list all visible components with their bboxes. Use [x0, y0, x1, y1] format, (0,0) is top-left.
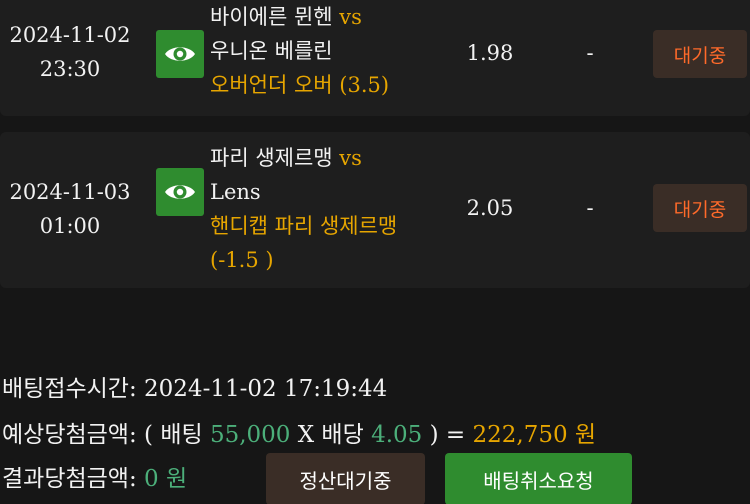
result-amount: 0: [144, 466, 159, 492]
match-info: 파리 생제르맹 vs Lens 핸디캡 파리 생제르맹 (-1.5 ): [210, 141, 460, 277]
expected-win-row: 예상당첨금액: ( 배팅 55,000 X 배당 4.05 ) = 222,75…: [2, 415, 596, 449]
bet-card: 2024-11-03 01:00 파리 생제르맹 vs Lens 핸디캡 파리 …: [0, 132, 750, 288]
bet-result: -: [586, 41, 594, 65]
eye-icon[interactable]: [156, 168, 204, 216]
bet-time-value: 2024-11-02 17:19:44: [144, 376, 388, 402]
result-win-row: 결과당첨금액: 0 원: [2, 459, 187, 493]
times-label: X 배당: [297, 422, 364, 448]
bet-time: 01:00: [39, 214, 101, 238]
away-team: Lens: [210, 180, 261, 204]
eye-icon[interactable]: [156, 30, 204, 78]
cancel-bet-button[interactable]: 배팅취소요청: [445, 453, 632, 504]
bet-time-label: 배팅접수시간:: [2, 376, 137, 402]
open-paren: ( 배팅: [144, 422, 203, 448]
status-badge: 대기중: [653, 184, 747, 232]
home-team: 바이에른 뮌헨: [210, 5, 333, 29]
away-team: 우니온 베를린: [210, 39, 333, 63]
bet-time: 23:30: [39, 57, 101, 81]
result-won: 원: [165, 466, 188, 492]
status-badge: 대기중: [653, 30, 747, 78]
expected-label: 예상당첨금액:: [2, 422, 137, 448]
total-odds: 4.05: [371, 422, 423, 448]
bet-date: 2024-11-03: [9, 180, 131, 204]
result-label: 결과당첨금액:: [2, 466, 137, 492]
bet-odds: 1.98: [466, 41, 514, 65]
bet-date: 2024-11-02: [9, 23, 131, 47]
bet-handicap: (-1.5 ): [210, 248, 274, 272]
bet-datetime: 2024-11-03 01:00: [0, 175, 140, 243]
bet-selection: 핸디캡 파리 생제르맹: [210, 214, 398, 238]
bet-result: -: [586, 196, 594, 220]
bet-card: 2024-11-02 23:30 바이에른 뮌헨 vs 우니온 베를린 오버언더…: [0, 0, 750, 116]
bet-datetime: 2024-11-02 23:30: [0, 18, 140, 86]
match-info: 바이에른 뮌헨 vs 우니온 베를린 오버언더 오버 (3.5): [210, 0, 460, 102]
expected-amount: 222,750: [472, 422, 568, 448]
close-paren: ) =: [429, 422, 466, 448]
bet-odds: 2.05: [466, 196, 514, 220]
expected-won: 원: [574, 422, 597, 448]
bet-selection: 오버언더 오버 (3.5): [210, 73, 390, 97]
stake-amount: 55,000: [209, 422, 291, 448]
home-team: 파리 생제르맹: [210, 146, 333, 170]
bet-time-row: 배팅접수시간: 2024-11-02 17:19:44: [2, 369, 387, 403]
vs-label: vs: [339, 146, 362, 170]
vs-label: vs: [339, 5, 362, 29]
settlement-pending-button[interactable]: 정산대기중: [266, 453, 425, 504]
